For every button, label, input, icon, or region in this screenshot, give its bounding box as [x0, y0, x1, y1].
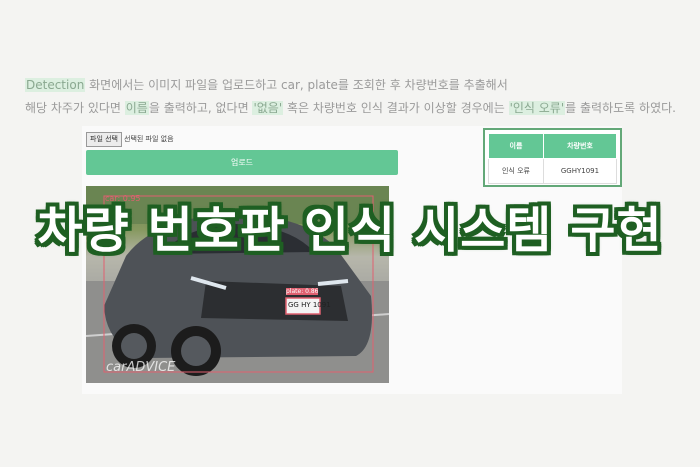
upload-button[interactable]: 업로드: [86, 150, 398, 175]
highlight-recognition-error: '인식 오류': [508, 101, 566, 115]
result-table-box: 이름 차량번호 인식 오류 GGHY1091: [483, 128, 622, 187]
description-line-1: Detection 화면에서는 이미지 파일을 업로드하고 car, plate…: [25, 76, 508, 93]
header-name: 이름: [488, 133, 544, 159]
file-select-button[interactable]: 파일 선택: [86, 132, 122, 147]
cell-plate-number: GGHY1091: [542, 158, 618, 184]
description-text-1: 화면에서는 이미지 파일을 업로드하고 car, plate를 조회한 후 차량…: [85, 78, 508, 92]
description-text-2a: 해당 차주가 있다면: [25, 101, 125, 115]
plate-number-text: GG HY 1091: [288, 301, 331, 309]
cell-name: 인식 오류: [488, 158, 544, 184]
banner-title: 차량 번호판 인식 시스템 구현: [37, 202, 663, 259]
result-table: 이름 차량번호 인식 오류 GGHY1091: [488, 133, 618, 184]
highlight-none: '없음': [252, 101, 284, 115]
table-row: 인식 오류 GGHY1091: [488, 158, 618, 184]
description-text-2d: 를 출력하도록 하였다.: [565, 101, 676, 115]
description-text-2c: 혹은 차량번호 인식 결과가 이상할 경우에는: [283, 101, 509, 115]
description-text-2b: 을 출력하고, 없다면: [148, 101, 253, 115]
header-plate-number: 차량번호: [542, 133, 618, 159]
file-status-text: 선택된 파일 없음: [124, 135, 174, 143]
watermark-text: carADVICE: [106, 360, 176, 375]
highlight-name: 이름: [124, 101, 149, 115]
plate-detection-label: plate: 0.86: [286, 288, 319, 295]
result-table-header: 이름 차량번호: [488, 133, 618, 159]
detection-keyword: Detection: [25, 78, 86, 92]
description-line-2: 해당 차주가 있다면 이름을 출력하고, 없다면 '없음' 혹은 차량번호 인식…: [25, 99, 676, 116]
